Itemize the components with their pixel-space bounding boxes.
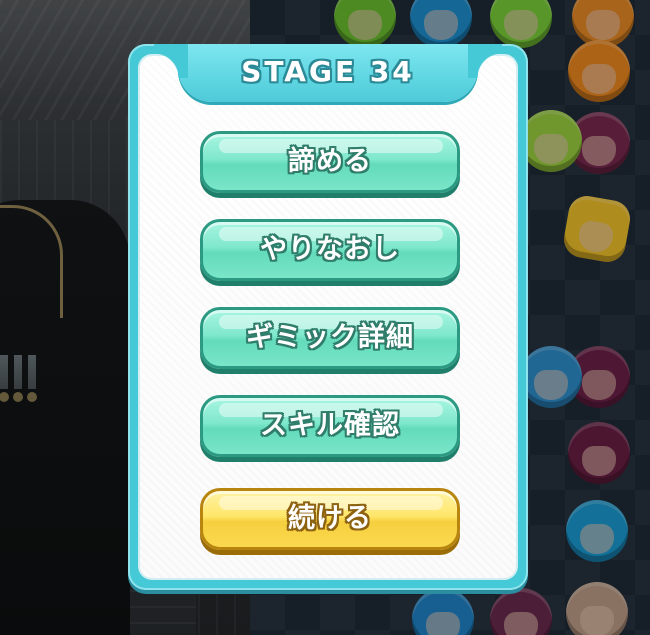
gimmick-details-button[interactable]: ギミック詳細 <box>200 307 460 369</box>
continue-button-label: 続ける <box>288 503 372 534</box>
game-screen: STAGE 34 諦める やりなおし ギミック詳細 スキル確認 続ける <box>0 0 650 635</box>
skill-check-button-label: スキル確認 <box>260 410 400 441</box>
retry-button[interactable]: やりなおし <box>200 219 460 281</box>
gimmick-details-button-label: ギミック詳細 <box>246 322 414 353</box>
continue-button[interactable]: 続ける <box>200 488 460 550</box>
give-up-button[interactable]: 諦める <box>200 131 460 193</box>
stage-title: STAGE 34 <box>241 55 415 88</box>
give-up-button-label: 諦める <box>288 146 372 177</box>
skill-check-button[interactable]: スキル確認 <box>200 395 460 457</box>
retry-button-label: やりなおし <box>260 234 400 265</box>
